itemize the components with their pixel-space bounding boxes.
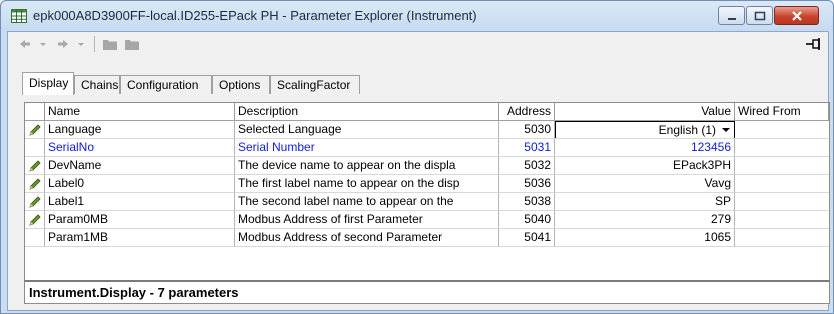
tab-options[interactable]: Options: [212, 75, 270, 94]
description-cell: Modbus Address of second Parameter: [235, 229, 499, 247]
tab-scalingfactor[interactable]: ScalingFactor: [270, 75, 360, 94]
table-row[interactable]: DevName The device name to appear on the …: [25, 157, 829, 175]
pencil-edit-icon: [29, 196, 41, 208]
value-cell[interactable]: Vavg: [555, 175, 735, 193]
address-cell: 5032: [499, 157, 555, 175]
address-cell: 5030: [499, 121, 555, 139]
wired-from-cell[interactable]: [735, 211, 829, 229]
name-cell[interactable]: Param1MB: [45, 229, 235, 247]
address-cell: 5038: [499, 193, 555, 211]
description-cell: The first label name to appear on the di…: [235, 175, 499, 193]
explorer-client-area: Display Chains Configuration Options Scaling…: [7, 31, 830, 311]
address-cell: 5036: [499, 175, 555, 193]
language-dropdown[interactable]: English (1): [555, 121, 735, 138]
header-address[interactable]: Address: [499, 103, 555, 121]
table-header-row: Name Description Address Value Wired Fro…: [25, 103, 829, 121]
name-cell[interactable]: Label0: [45, 175, 235, 193]
edit-indicator-cell: [25, 193, 45, 211]
name-cell[interactable]: Label1: [45, 193, 235, 211]
table-row[interactable]: Language Selected Language 5030 English (1): [25, 121, 829, 139]
address-cell: 5041: [499, 229, 555, 247]
header-wired-from[interactable]: Wired From: [735, 103, 829, 121]
tab-configuration[interactable]: Configuration: [120, 75, 212, 94]
description-cell: Selected Language: [235, 121, 499, 139]
header-name[interactable]: Name: [45, 103, 235, 121]
description-cell: Modbus Address of first Parameter: [235, 211, 499, 229]
name-cell[interactable]: DevName: [45, 157, 235, 175]
address-cell: 5031: [499, 139, 555, 157]
header-value[interactable]: Value: [555, 103, 735, 121]
wired-from-cell[interactable]: [735, 121, 829, 139]
title-bar[interactable]: epk000A8D3900FF-local.ID255-EPack PH - P…: [1, 1, 833, 31]
folder-up-icon[interactable]: [102, 36, 118, 52]
pencil-edit-icon: [29, 160, 41, 172]
wired-from-cell[interactable]: [735, 157, 829, 175]
maximize-icon: [754, 11, 766, 21]
maximize-button[interactable]: [746, 6, 773, 25]
parameter-table: Name Description Address Value Wired Fro…: [24, 102, 830, 302]
forward-arrow-icon[interactable]: [56, 36, 70, 52]
pin-icon[interactable]: [804, 37, 822, 51]
edit-indicator-cell: [25, 157, 45, 175]
toolbar-separator: [94, 36, 95, 52]
toolbar: [8, 32, 828, 56]
edit-indicator-cell: [25, 121, 45, 139]
edit-indicator-cell: [25, 139, 45, 157]
edit-indicator-cell: [25, 229, 45, 247]
name-cell[interactable]: Param0MB: [45, 211, 235, 229]
window-title: epk000A8D3900FF-local.ID255-EPack PH - P…: [33, 8, 477, 23]
folder-icon[interactable]: [124, 36, 140, 52]
table-row[interactable]: Label0 The first label name to appear on …: [25, 175, 829, 193]
description-cell: Serial Number: [235, 139, 499, 157]
minimize-button[interactable]: [718, 6, 745, 25]
close-icon: [792, 11, 802, 21]
wired-from-cell[interactable]: [735, 175, 829, 193]
table-row[interactable]: Param0MB Modbus Address of first Paramete…: [25, 211, 829, 229]
value-cell[interactable]: 123456: [555, 139, 735, 157]
status-bar: Instrument.Display - 7 parameters: [24, 280, 830, 304]
table-grid-icon: [11, 9, 27, 23]
pencil-edit-icon: [29, 178, 41, 190]
close-button[interactable]: [774, 6, 819, 25]
value-cell[interactable]: English (1): [555, 121, 735, 139]
edit-indicator-cell: [25, 211, 45, 229]
edit-indicator-cell: [25, 175, 45, 193]
header-edit-column: [25, 103, 45, 121]
table-row[interactable]: Param1MB Modbus Address of second Paramet…: [25, 229, 829, 247]
table-row[interactable]: SerialNo Serial Number 5031 123456: [25, 139, 829, 157]
value-cell[interactable]: EPack3PH: [555, 157, 735, 175]
header-description[interactable]: Description: [235, 103, 499, 121]
back-arrow-icon[interactable]: [18, 36, 32, 52]
forward-dropdown-icon[interactable]: [76, 36, 86, 52]
value-cell[interactable]: 1065: [555, 229, 735, 247]
name-cell[interactable]: SerialNo: [45, 139, 235, 157]
parameter-explorer-window: epk000A8D3900FF-local.ID255-EPack PH - P…: [0, 0, 834, 314]
wired-from-cell[interactable]: [735, 193, 829, 211]
description-cell: The second label name to appear on the: [235, 193, 499, 211]
back-dropdown-icon[interactable]: [38, 36, 48, 52]
minimize-icon: [728, 18, 736, 20]
value-cell[interactable]: SP: [555, 193, 735, 211]
table-row[interactable]: Label1 The second label name to appear on…: [25, 193, 829, 211]
name-cell[interactable]: Language: [45, 121, 235, 139]
chevron-down-icon[interactable]: [722, 128, 730, 132]
pencil-edit-icon: [29, 214, 41, 226]
tab-display[interactable]: Display: [22, 72, 74, 95]
value-cell[interactable]: 279: [555, 211, 735, 229]
dropdown-value: English (1): [658, 123, 716, 137]
description-cell: The device name to appear on the displa: [235, 157, 499, 175]
wired-from-cell[interactable]: [735, 139, 829, 157]
address-cell: 5040: [499, 211, 555, 229]
tab-chains[interactable]: Chains: [74, 75, 120, 94]
wired-from-cell[interactable]: [735, 229, 829, 247]
pencil-edit-icon: [29, 124, 41, 136]
